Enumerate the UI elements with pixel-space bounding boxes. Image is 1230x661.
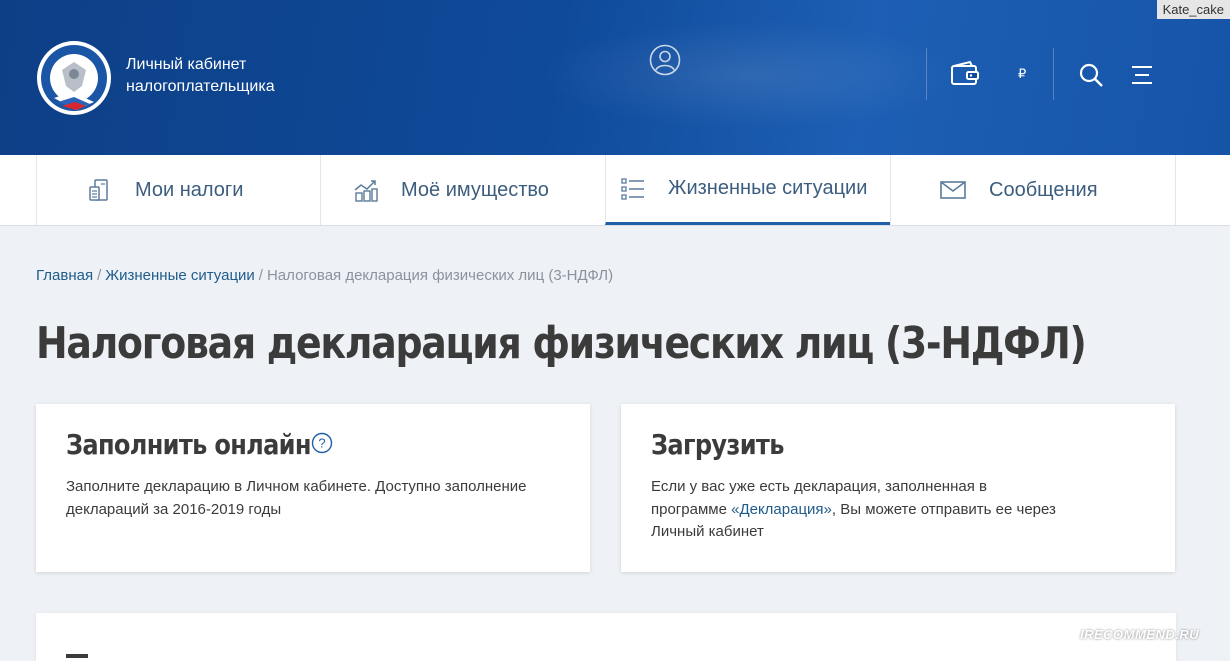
tab-label: Мои налоги [135,178,244,201]
page-title: Налоговая декларация физических лиц (3-Н… [36,318,1087,369]
envelope-icon [940,181,966,199]
brand-line-1: Личный кабинет [126,56,247,73]
tab-label: Жизненные ситуации [668,177,868,199]
card-title: Загрузить [651,428,784,461]
tab-my-property[interactable]: Моё имущество [320,155,606,225]
card-text-line: Заполните декларацию в Личном кабинете. … [66,478,527,495]
card-description: Если у вас уже есть декларация, заполнен… [651,476,1056,544]
brand-title[interactable]: Личный кабинет налогоплательщика [126,54,275,98]
svg-text:?: ? [318,436,325,451]
search-icon[interactable] [1078,62,1104,88]
declaration-program-link[interactable]: «Декларация» [731,501,832,518]
breadcrumb: Главная / Жизненные ситуации / Налоговая дек… [36,267,613,284]
uploader-watermark: Kate_cake [1156,0,1230,19]
card-text-line: Если у вас уже есть декларация, заполнен… [651,478,987,495]
tab-messages[interactable]: Сообщения [890,155,1176,225]
card-description: Заполните декларацию в Личном кабинете. … [66,476,527,521]
hamburger-menu-icon[interactable] [1130,64,1154,86]
main-navigation: Мои налоги Моё имущество Жизненные ситуа… [0,155,1230,226]
header-divider [1053,48,1054,100]
fill-online-card[interactable]: Заполнить онлайн ? Заполните декларацию … [36,404,590,572]
breadcrumb-home-link[interactable]: Главная [36,267,93,284]
card-text-segment: , Вы можете отправить ее через [831,500,1056,518]
help-question-icon[interactable]: ? [311,432,333,454]
site-header: Личный кабинет налогоплательщика ₽ Kate_… [0,0,1230,155]
card-title: Заполнить онлайн [66,428,312,461]
user-profile-icon[interactable] [649,44,681,76]
breadcrumb-separator: / [97,267,102,284]
tab-label: Моё имущество [401,178,549,201]
breadcrumb-separator: / [258,267,263,284]
breadcrumb-current: Налоговая декларация физических лиц (3-Н… [266,267,614,284]
balance-value[interactable]: ₽ [1018,66,1026,82]
tab-my-taxes[interactable]: Мои налоги [36,155,321,225]
nav-divider [1175,155,1176,225]
property-chart-icon [354,180,378,202]
content-card [36,613,1176,661]
breadcrumb-section-link[interactable]: Жизненные ситуации [105,267,255,284]
brand-line-2: налогоплательщика [126,78,275,95]
list-icon [621,177,644,200]
header-divider [926,48,927,100]
card-text-segment: программе [651,500,732,518]
upload-card[interactable]: Загрузить Если у вас уже есть декларация… [621,404,1175,572]
tab-life-situations[interactable]: Жизненные ситуации [605,155,891,225]
cut-off-heading [66,654,88,661]
calculator-documents-icon [89,179,108,201]
tab-label: Сообщения [989,178,1098,201]
card-text-line: деклараций за 2016-2019 годы [66,500,282,518]
site-watermark: IRECOMMEND.RU [1080,627,1200,642]
wallet-icon[interactable] [950,60,980,88]
card-text-line: Личный кабинет [651,523,764,540]
fns-emblem-logo[interactable] [36,40,112,116]
